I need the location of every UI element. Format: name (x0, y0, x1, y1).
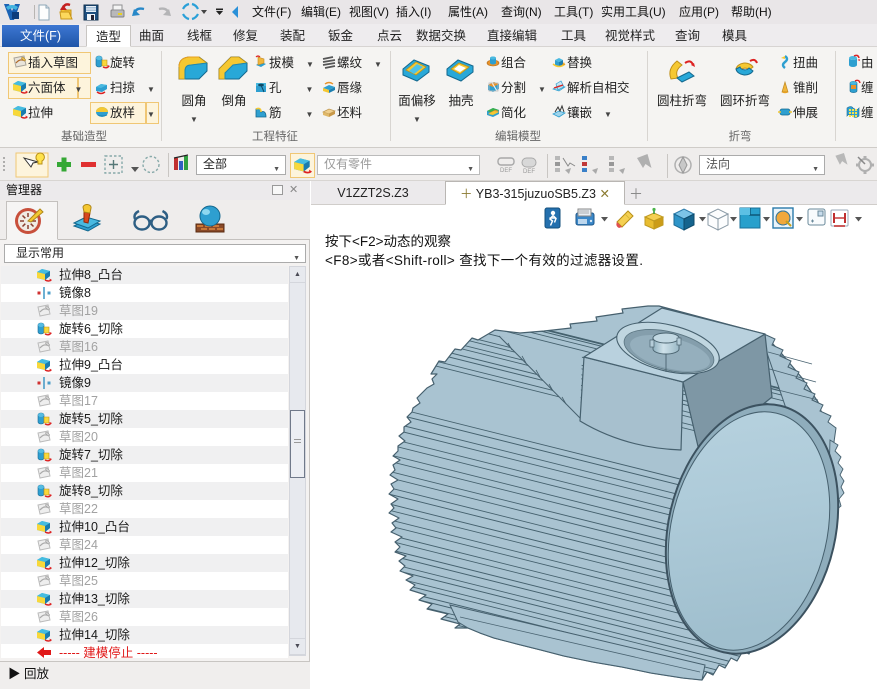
svg-text:DEF: DEF (523, 169, 535, 175)
svg-text:DEF: DEF (500, 168, 512, 174)
